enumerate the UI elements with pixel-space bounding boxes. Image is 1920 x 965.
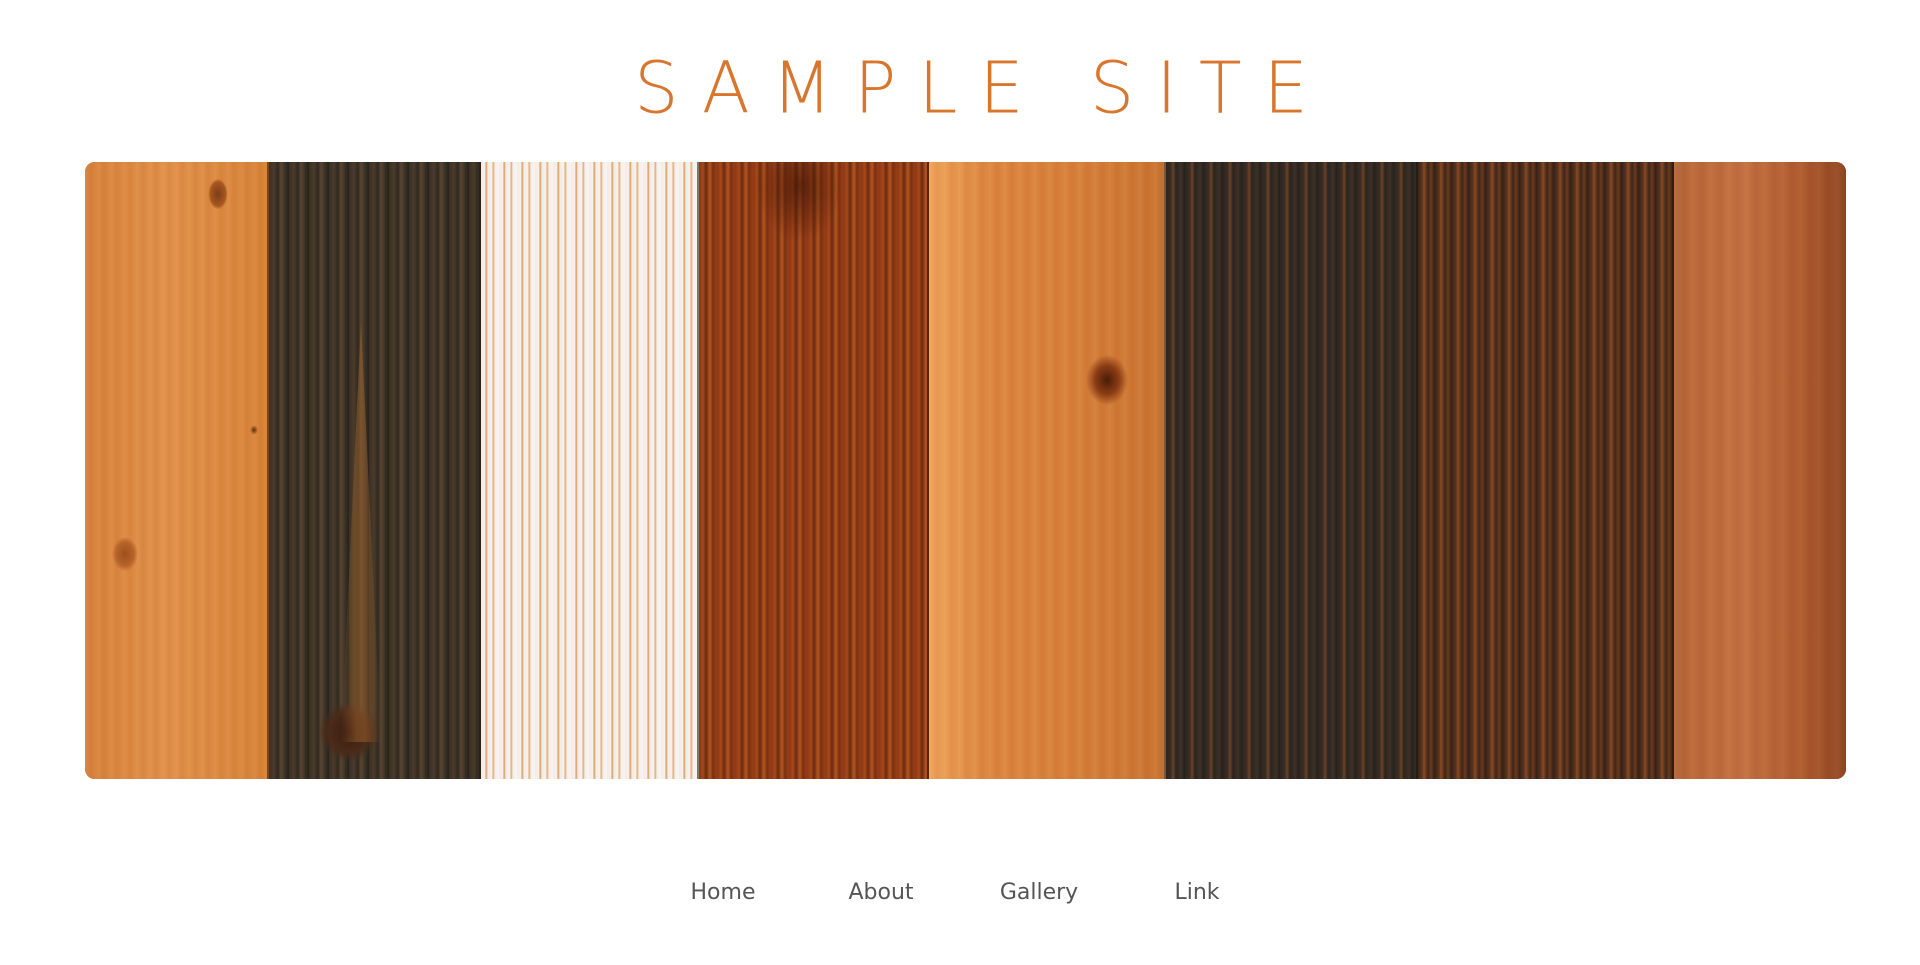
nav-link-link[interactable]: Link xyxy=(1118,880,1276,905)
hero-image xyxy=(85,162,1846,779)
nav-link-home[interactable]: Home xyxy=(644,880,802,905)
wood-plank xyxy=(269,162,481,779)
wood-plank xyxy=(1674,162,1846,779)
nav-link-gallery[interactable]: Gallery xyxy=(960,880,1118,905)
wood-plank xyxy=(1166,162,1418,779)
wood-plank xyxy=(929,162,1166,779)
main-nav: Home About Gallery Link xyxy=(0,880,1920,905)
page: SAMPLE SITE Home About Gallery Link xyxy=(0,0,1920,965)
site-title[interactable]: SAMPLE SITE xyxy=(0,47,1920,129)
wood-plank xyxy=(481,162,699,779)
site-title-text[interactable]: SAMPLE SITE xyxy=(612,47,1330,129)
wood-plank xyxy=(699,162,929,779)
nav-link-about[interactable]: About xyxy=(802,880,960,905)
wood-plank xyxy=(1418,162,1674,779)
wood-plank xyxy=(85,162,269,779)
